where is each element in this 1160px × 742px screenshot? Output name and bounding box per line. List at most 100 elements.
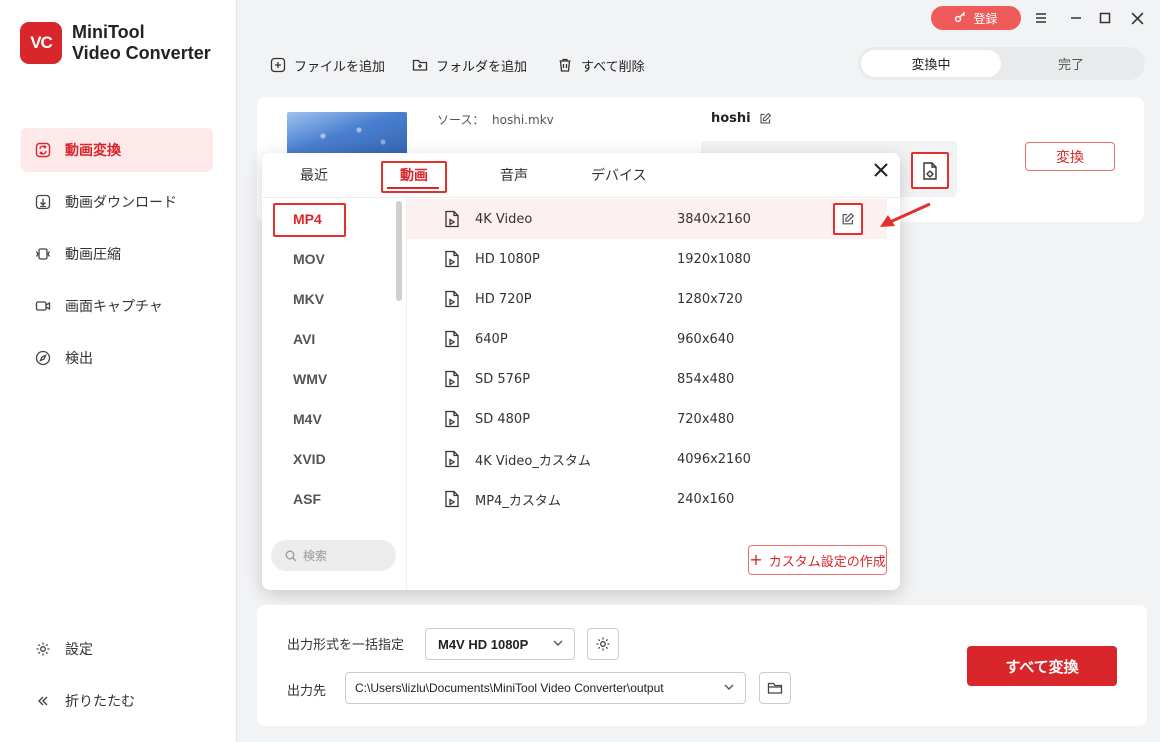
edit-preset-button[interactable] <box>833 203 863 235</box>
preset-resolution: 960x640 <box>677 331 735 347</box>
format-item-asf[interactable]: ASF <box>293 491 321 507</box>
format-settings-button[interactable] <box>911 152 949 189</box>
output-settings-button[interactable] <box>587 628 619 660</box>
sidebar-item-label: 画面キャプチャ <box>65 299 163 315</box>
tab-recent[interactable]: 最近 <box>300 165 328 185</box>
format-item-wmv[interactable]: WMV <box>293 371 327 387</box>
video-file-icon <box>445 370 459 388</box>
preset-name: SD 480P <box>475 411 531 427</box>
login-button[interactable]: 登録 <box>931 6 1021 30</box>
video-file-icon <box>445 410 459 428</box>
menu-icon[interactable] <box>1031 8 1051 28</box>
convert-button[interactable]: 変換 <box>1025 142 1115 171</box>
output-destination-label: 出力先 <box>287 684 327 699</box>
login-label: 登録 <box>973 11 998 26</box>
tab-converting[interactable]: 変換中 <box>861 50 1001 77</box>
output-format-value: M4V HD 1080P <box>438 636 529 652</box>
app-logo: VC <box>20 22 62 64</box>
sidebar-item-label: 検出 <box>65 351 93 367</box>
file-settings-icon <box>923 161 937 180</box>
edit-icon <box>842 212 855 225</box>
convert-all-button[interactable]: すべて変換 <box>967 646 1117 686</box>
sidebar-item-collapse[interactable]: 折りたたむ <box>21 679 213 723</box>
annotation-arrow-icon <box>880 202 931 227</box>
create-custom-button[interactable]: + カスタム設定の作成 <box>748 545 887 575</box>
preset-resolution: 854x480 <box>677 371 735 387</box>
preset-name: SD 576P <box>475 371 531 387</box>
preset-resolution: 720x480 <box>677 411 735 427</box>
sidebar-item-video-download[interactable]: 動画ダウンロード <box>21 180 213 224</box>
browse-folder-button[interactable] <box>759 672 791 704</box>
maximize-icon[interactable] <box>1095 8 1115 28</box>
delete-all-button[interactable]: すべて削除 <box>557 54 645 76</box>
search-icon <box>285 550 297 561</box>
sidebar: VC MiniTool Video Converter 動画変換 動画ダウンロー… <box>0 0 237 742</box>
source-info: ソース： hoshi.mkv <box>437 111 554 128</box>
divider <box>262 197 900 198</box>
preset-resolution: 1920x1080 <box>677 251 751 267</box>
preset-row[interactable]: 4K Video_カスタム 4096x2160 <box>407 439 887 479</box>
preset-name: 4K Video_カスタム <box>475 453 591 469</box>
convert-icon <box>35 142 51 158</box>
download-icon <box>35 194 51 210</box>
camera-icon <box>35 298 51 314</box>
add-folder-button[interactable]: フォルダを追加 <box>412 54 527 76</box>
output-destination-select[interactable]: C:\Users\lizlu\Documents\MiniTool Video … <box>345 672 746 704</box>
format-item-xvid[interactable]: XVID <box>293 451 326 467</box>
format-item-mov[interactable]: MOV <box>293 251 325 267</box>
tab-audio[interactable]: 音声 <box>500 165 528 185</box>
compress-icon <box>35 246 51 262</box>
sidebar-item-video-compress[interactable]: 動画圧縮 <box>21 232 213 276</box>
preset-row[interactable]: MP4_カスタム 240x160 <box>407 479 887 519</box>
preset-row[interactable]: SD 480P 720x480 <box>407 399 887 439</box>
tab-device[interactable]: デバイス <box>591 165 647 185</box>
minimize-icon[interactable] <box>1066 8 1086 28</box>
preset-resolution: 240x160 <box>677 491 735 507</box>
edit-icon[interactable] <box>759 112 772 125</box>
preset-row[interactable]: HD 720P 1280x720 <box>407 279 887 319</box>
preset-name: 640P <box>475 331 508 347</box>
preset-name: MP4_カスタム <box>475 493 561 509</box>
tab-done[interactable]: 完了 <box>1001 50 1141 77</box>
preset-row[interactable]: SD 576P 854x480 <box>407 359 887 399</box>
format-search-input[interactable]: 検索 <box>271 540 396 571</box>
close-icon[interactable] <box>1127 8 1147 28</box>
app-title-line1: MiniTool <box>72 22 145 42</box>
output-format-label: 出力形式を一括指定 <box>287 638 405 653</box>
format-list-scrollbar[interactable] <box>396 201 402 301</box>
double-chevron-left-icon <box>35 693 51 709</box>
close-panel-icon[interactable] <box>870 161 892 183</box>
plus-icon: + <box>749 550 763 569</box>
preset-row[interactable]: 4K Video 3840x2160 <box>407 199 887 239</box>
folder-icon <box>767 682 783 694</box>
preset-resolution: 3840x2160 <box>677 211 751 227</box>
add-file-button[interactable]: ファイルを追加 <box>270 54 385 76</box>
sidebar-item-label: 動画圧縮 <box>65 247 121 263</box>
format-item-mkv[interactable]: MKV <box>293 291 324 307</box>
sidebar-item-video-convert[interactable]: 動画変換 <box>21 128 213 172</box>
trash-icon <box>559 58 571 72</box>
highlight-box-mp4 <box>273 203 346 237</box>
video-file-icon <box>445 490 459 508</box>
output-format-select[interactable]: M4V HD 1080P <box>425 628 575 660</box>
target-file-name: hoshi <box>711 111 751 126</box>
sidebar-item-screen-capture[interactable]: 画面キャプチャ <box>21 284 213 328</box>
sidebar-item-label: 設定 <box>65 642 93 658</box>
app-title: MiniTool Video Converter <box>72 22 211 64</box>
sidebar-item-discover[interactable]: 検出 <box>21 336 213 380</box>
preset-row[interactable]: 640P 960x640 <box>407 319 887 359</box>
format-item-avi[interactable]: AVI <box>293 331 315 347</box>
sidebar-item-label: 動画変換 <box>65 143 121 159</box>
format-item-m4v[interactable]: M4V <box>293 411 322 427</box>
add-folder-label: フォルダを追加 <box>436 59 528 75</box>
search-placeholder: 検索 <box>303 549 328 563</box>
sidebar-item-settings[interactable]: 設定 <box>21 627 213 671</box>
preset-name: HD 720P <box>475 291 532 307</box>
preset-row[interactable]: HD 1080P 1920x1080 <box>407 239 887 279</box>
key-icon <box>954 10 967 26</box>
source-file-name: hoshi.mkv <box>492 113 554 127</box>
compass-icon <box>35 350 51 366</box>
target-info: hoshi <box>711 111 772 126</box>
add-file-icon <box>270 57 286 73</box>
bottom-bar: 出力形式を一括指定 M4V HD 1080P 出力先 C:\Users\lizl… <box>257 605 1147 726</box>
